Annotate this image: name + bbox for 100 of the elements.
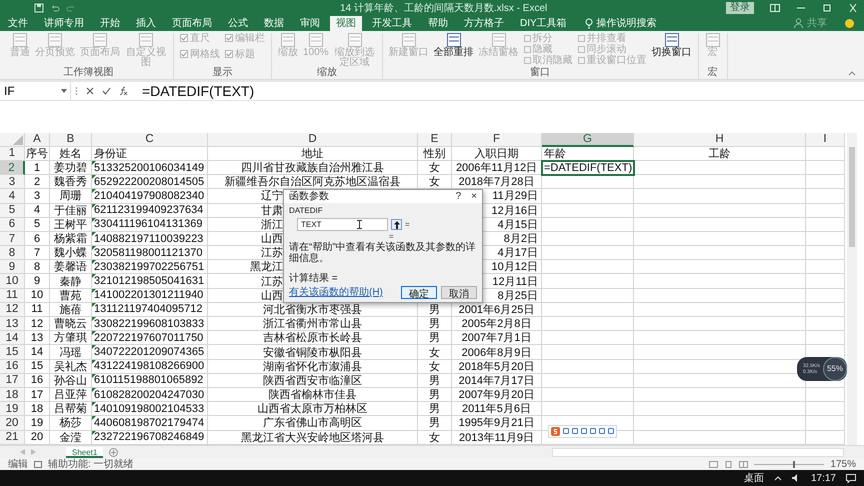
empty-cell[interactable] <box>634 246 806 260</box>
row-header[interactable]: 12 <box>0 302 25 318</box>
input-method-menu[interactable] <box>548 424 617 438</box>
dropdown-icon[interactable] <box>61 88 67 93</box>
empty-cell[interactable] <box>542 232 634 246</box>
row-header[interactable]: 10 <box>0 274 25 289</box>
row-header[interactable]: 1 <box>0 146 25 161</box>
clock[interactable]: 17:17 <box>810 472 836 484</box>
zoom-level[interactable]: 175% <box>830 458 856 470</box>
normal-view-icon[interactable] <box>709 460 718 468</box>
chevron-up-icon[interactable] <box>774 476 782 481</box>
empty-cell[interactable] <box>542 388 634 402</box>
empty-cell[interactable] <box>634 260 806 274</box>
row-header[interactable]: 18 <box>0 388 25 402</box>
feedback-icon[interactable] <box>845 18 854 28</box>
scroll-left-icon[interactable] <box>20 449 25 456</box>
sheet-tab[interactable]: Sheet1 <box>66 446 104 458</box>
empty-cell[interactable] <box>634 175 806 190</box>
empty-cell[interactable] <box>634 189 806 204</box>
empty-cell[interactable] <box>806 388 845 402</box>
ribbon-tab[interactable]: 开发工具 <box>366 16 418 31</box>
enter-icon[interactable] <box>102 86 111 95</box>
empty-cell[interactable] <box>542 246 634 260</box>
empty-cell[interactable] <box>634 218 806 232</box>
empty-cell[interactable] <box>806 189 845 204</box>
empty-cell[interactable] <box>806 232 845 246</box>
collapse-dialog-button[interactable] <box>391 219 402 230</box>
row-header[interactable]: 4 <box>0 189 25 204</box>
close-icon[interactable] <box>848 4 858 12</box>
ribbon-tab[interactable]: 数据 <box>258 16 290 31</box>
empty-cell[interactable] <box>542 331 634 346</box>
page-break-icon[interactable] <box>739 460 748 468</box>
empty-cell[interactable] <box>806 402 845 416</box>
column-header[interactable]: I <box>806 132 845 147</box>
select-all-icon[interactable] <box>13 134 23 145</box>
ribbon-tab[interactable]: 公式 <box>222 16 254 31</box>
vertical-scrollbar[interactable] <box>847 132 857 446</box>
empty-cell[interactable] <box>806 331 845 346</box>
ribbon-tab[interactable]: 视图 <box>330 16 362 31</box>
dialog-button[interactable]: 确定 <box>401 286 437 299</box>
row-header[interactable]: 14 <box>0 331 25 346</box>
empty-cell[interactable] <box>542 274 634 289</box>
empty-cell[interactable] <box>634 331 806 346</box>
empty-cell[interactable] <box>542 189 634 204</box>
collapse-icon[interactable] <box>848 70 856 76</box>
row-header[interactable]: 17 <box>0 374 25 388</box>
add-sheet-icon[interactable] <box>109 448 118 457</box>
restore-icon[interactable] <box>822 4 832 12</box>
column-header[interactable]: E <box>418 132 452 147</box>
ribbon-display-icon[interactable] <box>770 4 780 12</box>
function-icon[interactable] <box>119 86 128 96</box>
empty-cell[interactable] <box>806 288 845 303</box>
row-header[interactable]: 19 <box>0 402 25 416</box>
row-header[interactable]: 15 <box>0 345 25 360</box>
ribbon-tab[interactable]: 开始 <box>94 16 126 31</box>
empty-cell[interactable] <box>806 302 845 318</box>
scroll-right-icon[interactable] <box>31 449 36 456</box>
empty-cell[interactable] <box>806 317 845 332</box>
row-header[interactable]: 6 <box>0 218 25 232</box>
page-layout-icon[interactable] <box>724 460 734 468</box>
empty-cell[interactable] <box>634 160 806 176</box>
ribbon-tab[interactable]: 帮助 <box>422 16 454 31</box>
empty-cell[interactable] <box>542 218 634 232</box>
empty-cell[interactable] <box>806 246 845 260</box>
undo-icon[interactable] <box>50 2 60 13</box>
row-header[interactable]: 21 <box>0 430 25 445</box>
column-header[interactable]: A <box>25 132 50 147</box>
empty-cell[interactable] <box>806 204 845 218</box>
empty-cell[interactable] <box>542 374 634 388</box>
ribbon-tab[interactable]: 页面布局 <box>166 16 218 31</box>
column-header[interactable]: B <box>50 132 92 147</box>
row-header[interactable]: 9 <box>0 260 25 274</box>
empty-cell[interactable] <box>542 345 634 360</box>
empty-cell[interactable] <box>542 288 634 303</box>
empty-cell[interactable] <box>542 402 634 416</box>
row-header[interactable]: 16 <box>0 360 25 374</box>
argument-field[interactable]: TEXT <box>297 218 388 232</box>
empty-cell[interactable] <box>806 218 845 232</box>
accessibility-status[interactable]: 辅助功能: 一切就绪 <box>48 457 134 472</box>
empty-cell[interactable] <box>542 175 634 190</box>
ribbon-tab[interactable]: 文件 <box>2 16 34 31</box>
empty-cell[interactable] <box>634 288 806 303</box>
empty-cell[interactable] <box>806 146 845 161</box>
horizontal-scrollbar[interactable] <box>552 448 844 457</box>
row-header[interactable]: 20 <box>0 416 25 431</box>
row-header[interactable]: 5 <box>0 204 25 218</box>
empty-cell[interactable] <box>542 317 634 332</box>
row-header[interactable]: 13 <box>0 317 25 332</box>
empty-cell[interactable] <box>542 204 634 218</box>
column-header[interactable]: F <box>452 132 542 147</box>
formula-input[interactable]: =DATEDIF(TEXT) <box>142 82 254 99</box>
column-header[interactable]: C <box>92 132 208 147</box>
login-button[interactable]: 登录 <box>726 2 754 14</box>
empty-cell[interactable] <box>542 360 634 374</box>
empty-cell[interactable] <box>634 317 806 332</box>
dialog-button[interactable]: 取消 <box>441 286 477 299</box>
row-header[interactable]: 11 <box>0 288 25 303</box>
ribbon-tab[interactable]: 方方格子 <box>458 16 510 31</box>
ribbon-tab[interactable]: 审阅 <box>294 16 326 31</box>
empty-cell[interactable] <box>634 402 806 416</box>
